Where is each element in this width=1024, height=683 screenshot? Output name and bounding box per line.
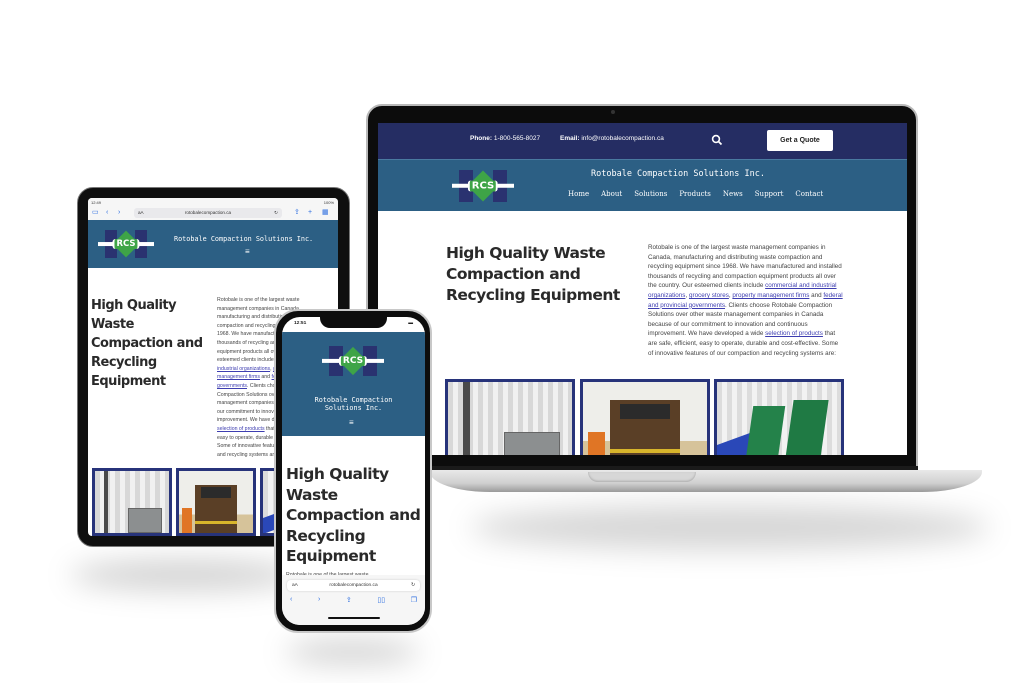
rcs-logo[interactable]: RCS [98,230,154,258]
tabs-grid-icon[interactable]: ▦ [322,208,329,218]
laptop-shadow [470,505,990,550]
laptop-base [430,470,982,492]
product-photo-baler[interactable] [580,379,710,455]
battery-icon: ▬ [408,321,413,326]
main-header: RCS Rotobale Compaction Solutions Inc. H… [378,159,907,211]
laptop-opening-notch [588,472,696,482]
tablet-browser-toolbar: ▭ ‹ › aA rotobalecompaction.ca ↻ ⇪ + ▦ [88,206,338,220]
forward-icon[interactable]: › [118,208,120,218]
product-photo-compactor[interactable] [445,379,575,455]
nav-products[interactable]: Products [679,190,711,198]
new-tab-icon[interactable]: + [308,208,312,218]
reload-icon[interactable]: ↻ [274,208,278,218]
tablet-status-bar: 12:49 100% [88,198,338,206]
product-photo-compactor[interactable] [92,468,172,536]
nav-support[interactable]: Support [755,190,784,198]
nav-home[interactable]: Home [568,190,589,198]
share-icon[interactable]: ⇪ [346,596,352,604]
laptop-screen: Phone: 1-800-565-8027 Email: info@rotoba… [378,123,907,455]
search-icon[interactable] [711,134,723,146]
rcs-logo[interactable]: RCS [452,170,514,202]
top-bar: Phone: 1-800-565-8027 Email: info@rotoba… [378,123,907,159]
phone-screen: 12:51 ▬ RCS Rotobale Compaction Solution… [282,317,425,625]
main-nav: Home About Solutions Products News Suppo… [568,190,823,198]
link-grocery-stores[interactable]: grocery stores [689,292,729,299]
page-heading: High Quality Waste Compaction and Recycl… [446,244,620,304]
phone-browser-toolbar: aA rotobalecompaction.ca ↻ ‹ › ⇪ ▯▯ ❐ [282,575,425,625]
reload-icon[interactable]: ↻ [411,580,415,591]
email-info: Email: info@rotobalecompaction.ca [560,135,664,142]
link-selection-of-products[interactable]: selection of products [217,426,265,432]
nav-solutions[interactable]: Solutions [634,190,667,198]
laptop-camera [611,110,615,114]
bookmarks-icon[interactable]: ▯▯ [377,596,385,604]
phone-header: RCS Rotobale Compaction Solutions Inc. ≡ [282,332,425,436]
phone-number[interactable]: 1-800-565-8027 [494,135,540,142]
page-heading: High Quality Waste Compaction and Recycl… [286,465,421,565]
link-selection-of-products[interactable]: selection of products [765,330,823,337]
rcs-logo[interactable]: RCS [322,346,384,376]
brand-name: Rotobale Compaction Solutions Inc. [591,169,765,179]
brand-name: Rotobale Compaction Solutions Inc. [174,235,314,243]
product-photo-baler[interactable] [176,468,256,536]
page-heading: High Quality Waste Compaction and Recycl… [91,298,203,389]
phone-shadow [285,640,420,664]
email-address[interactable]: info@rotobalecompaction.ca [581,135,663,142]
home-indicator [328,617,380,619]
phone-info: Phone: 1-800-565-8027 [470,135,541,142]
tablet-shadow [70,560,300,590]
phone-address-bar[interactable]: aA rotobalecompaction.ca ↻ [287,580,420,591]
nav-about[interactable]: About [601,190,622,198]
nav-contact[interactable]: Contact [795,190,823,198]
forward-icon[interactable]: › [318,596,320,604]
tablet-address-bar[interactable]: aA rotobalecompaction.ca ↻ [134,208,282,218]
back-icon[interactable]: ‹ [290,596,292,604]
nav-news[interactable]: News [723,190,743,198]
brand-name: Rotobale Compaction Solutions Inc. [314,396,393,412]
sidebar-icon[interactable]: ▭ [92,208,99,218]
phone-browser-controls: ‹ › ⇪ ▯▯ ❐ [290,596,417,604]
link-property-management[interactable]: property management firms [732,292,809,299]
share-icon[interactable]: ⇪ [294,208,300,218]
phone-notch [320,317,387,328]
hamburger-menu-icon[interactable]: ≡ [245,248,253,256]
intro-paragraph: Rotobale is one of the largest waste man… [648,244,843,357]
hamburger-menu-icon[interactable]: ≡ [349,418,354,427]
tablet-header: RCS Rotobale Compaction Solutions Inc. ≡ [88,220,338,268]
tabs-icon[interactable]: ❐ [411,596,417,604]
back-icon[interactable]: ‹ [106,208,108,218]
get-a-quote-button[interactable]: Get a Quote [767,130,833,151]
product-photo-bins[interactable] [714,379,844,455]
